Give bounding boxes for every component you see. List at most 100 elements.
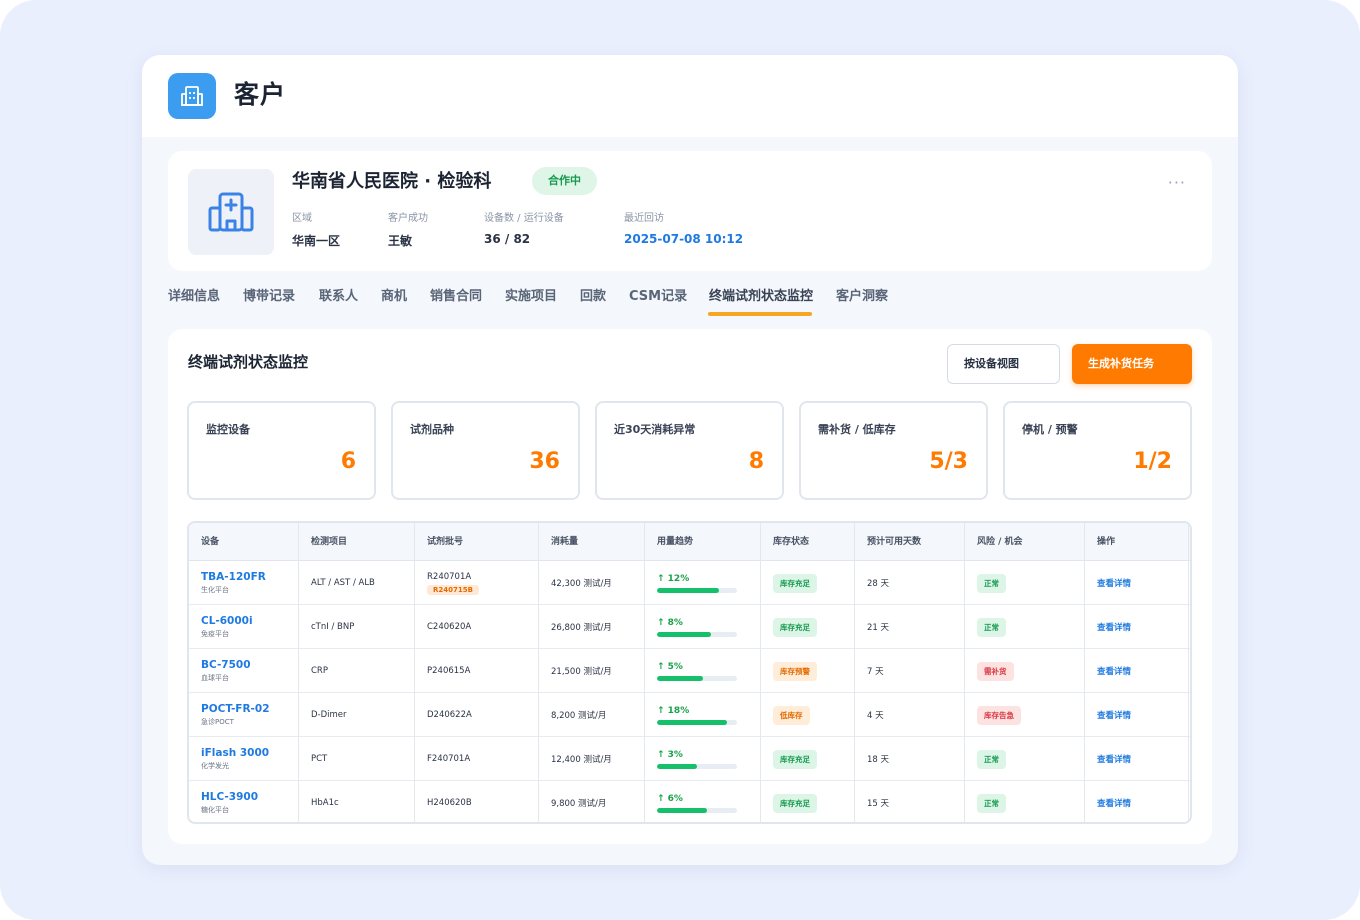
device-link[interactable]: CL-6000i bbox=[201, 615, 253, 627]
cell-device: BC-7500 血球平台 bbox=[189, 649, 251, 693]
column-divider bbox=[538, 523, 539, 822]
view-details-link[interactable]: 查看详情 bbox=[1097, 577, 1131, 589]
days-available: 28 天 bbox=[867, 579, 890, 589]
device-link[interactable]: POCT-FR-02 bbox=[201, 703, 270, 715]
cell-risk: 正常 bbox=[965, 781, 1006, 822]
device-link[interactable]: BC-7500 bbox=[201, 659, 251, 671]
tab-payments[interactable]: 回款 bbox=[580, 285, 606, 304]
view-details-link[interactable]: 查看详情 bbox=[1097, 753, 1131, 765]
stock-badge: 低库存 bbox=[773, 705, 810, 725]
column-divider bbox=[644, 523, 645, 822]
stock-badge: 库存充足 bbox=[773, 749, 817, 769]
cell-device: HLC-3900 糖化平台 bbox=[189, 781, 258, 822]
column-divider bbox=[298, 523, 299, 822]
risk-badge: 正常 bbox=[977, 793, 1006, 813]
cell-consumption: 8,200 测试/月 bbox=[539, 693, 606, 737]
tab-opportunities[interactable]: 商机 bbox=[381, 285, 407, 304]
panel-title: 终端试剂状态监控 bbox=[188, 353, 309, 371]
active-tab-indicator bbox=[708, 312, 812, 316]
trend-bar-fill bbox=[657, 587, 720, 593]
cell-lot: C240620A bbox=[415, 605, 471, 649]
column-header: 预计可用天数 bbox=[867, 537, 922, 547]
cell-consumption: 42,300 测试/月 bbox=[539, 561, 612, 605]
trend-bar-fill bbox=[657, 631, 712, 637]
table-row: iFlash 3000 化学发光 PCT F240701A 12,400 测试/月 ↑ 3… bbox=[189, 737, 1190, 781]
stat-label: 停机 / 预警 bbox=[1022, 423, 1078, 436]
device-link[interactable]: HLC-3900 bbox=[201, 791, 258, 803]
customer-name: 华南省人民医院 · 检验科 bbox=[292, 171, 492, 192]
table-row: HLC-3900 糖化平台 HbA1c H240620B 9,800 测试/月 ↑ 6% 库… bbox=[189, 781, 1190, 822]
tab-projects[interactable]: 实施项目 bbox=[505, 285, 557, 304]
page-background: 客户 华南省人民医院 · 检验科 合作中 ··· 区域 华南一区 客户成功 王敏… bbox=[0, 0, 1360, 920]
cell-risk: 正常 bbox=[965, 737, 1006, 781]
stat-value: 5/3 bbox=[929, 449, 968, 474]
tab-details[interactable]: 详细信息 bbox=[168, 285, 220, 304]
device-platform: 血球平台 bbox=[201, 674, 229, 682]
column-header: 消耗量 bbox=[551, 537, 579, 547]
cell-risk: 需补货 bbox=[965, 649, 1014, 693]
meta-value: 华南一区 bbox=[292, 234, 341, 248]
cell-action: 查看详情 bbox=[1085, 561, 1131, 605]
cell-stock: 低库存 bbox=[761, 693, 810, 737]
cell-action: 查看详情 bbox=[1085, 693, 1131, 737]
lot-number: C240620A bbox=[427, 622, 472, 632]
cell-action: 查看详情 bbox=[1085, 737, 1131, 781]
cell-device: TBA-120FR 生化平台 bbox=[189, 561, 266, 605]
tab-records[interactable]: 博带记录 bbox=[243, 285, 295, 304]
generate-restock-button[interactable]: 生成补货任务 bbox=[1072, 344, 1192, 384]
more-options-icon[interactable]: ··· bbox=[1168, 173, 1186, 192]
stat-card: 停机 / 预警 1/2 bbox=[1003, 401, 1192, 500]
view-details-link[interactable]: 查看详情 bbox=[1097, 665, 1131, 677]
page-title: 客户 bbox=[234, 80, 287, 109]
view-details-link[interactable]: 查看详情 bbox=[1097, 621, 1131, 633]
meta-region: 区域 华南一区 bbox=[292, 209, 340, 249]
lot-number: R240701A bbox=[427, 571, 472, 582]
cell-stock: 库存充足 bbox=[761, 605, 817, 649]
consumption-value: 8,200 测试/月 bbox=[551, 711, 607, 721]
stat-label: 近30天消耗异常 bbox=[614, 423, 696, 436]
tab-contacts[interactable]: 联系人 bbox=[319, 285, 358, 304]
test-items: CRP bbox=[311, 666, 328, 676]
lot-number: H240620B bbox=[427, 798, 472, 808]
column-divider bbox=[1084, 523, 1085, 822]
cell-stock: 库存充足 bbox=[761, 737, 817, 781]
stat-value: 36 bbox=[529, 449, 560, 474]
cell-items: ALT / AST / ALB bbox=[299, 561, 375, 605]
lot-number: D240622A bbox=[427, 710, 472, 720]
stat-value: 6 bbox=[340, 449, 356, 474]
trend-value: ↑ 12% bbox=[657, 573, 690, 584]
test-items: D-Dimer bbox=[311, 710, 347, 720]
cell-trend: ↑ 8% bbox=[645, 605, 737, 649]
cell-days: 7 天 bbox=[855, 649, 884, 693]
cell-days: 28 天 bbox=[855, 561, 889, 605]
tab-contracts[interactable]: 销售合同 bbox=[430, 285, 482, 304]
device-view-button[interactable]: 按设备视图 bbox=[947, 344, 1060, 384]
column-divider bbox=[414, 523, 415, 822]
consumption-value: 42,300 测试/月 bbox=[551, 579, 612, 589]
meta-devices: 设备数 / 运行设备 36 / 82 bbox=[484, 209, 564, 246]
tab-csm[interactable]: CSM记录 bbox=[629, 285, 687, 304]
trend-bar-fill bbox=[657, 719, 728, 725]
view-details-link[interactable]: 查看详情 bbox=[1097, 797, 1131, 809]
trend-value: ↑ 18% bbox=[657, 705, 690, 716]
consumption-value: 26,800 测试/月 bbox=[551, 623, 612, 633]
meta-label: 设备数 / 运行设备 bbox=[484, 213, 564, 224]
tab-insights[interactable]: 客户洞察 bbox=[836, 285, 888, 304]
cell-stock: 库存充足 bbox=[761, 781, 817, 822]
device-link[interactable]: TBA-120FR bbox=[201, 571, 266, 583]
tab-reagent-monitor[interactable]: 终端试剂状态监控 bbox=[709, 285, 813, 304]
meta-value[interactable]: 2025-07-08 10:12 bbox=[624, 232, 743, 246]
cell-device: CL-6000i 免疫平台 bbox=[189, 605, 253, 649]
risk-badge: 正常 bbox=[977, 749, 1006, 769]
trend-bar bbox=[657, 675, 737, 681]
cell-items: CRP bbox=[299, 649, 328, 693]
view-details-link[interactable]: 查看详情 bbox=[1097, 709, 1131, 721]
cell-trend: ↑ 18% bbox=[645, 693, 737, 737]
days-available: 21 天 bbox=[867, 623, 890, 633]
customer-profile-card: 华南省人民医院 · 检验科 合作中 ··· 区域 华南一区 客户成功 王敏 设备… bbox=[168, 151, 1212, 271]
cell-lot: F240701A bbox=[415, 737, 470, 781]
risk-badge: 库存告急 bbox=[977, 705, 1021, 725]
monitor-panel: 终端试剂状态监控 按设备视图 生成补货任务 监控设备 6 试剂品种 36 近30… bbox=[168, 329, 1212, 844]
device-link[interactable]: iFlash 3000 bbox=[201, 747, 269, 759]
cell-consumption: 26,800 测试/月 bbox=[539, 605, 612, 649]
